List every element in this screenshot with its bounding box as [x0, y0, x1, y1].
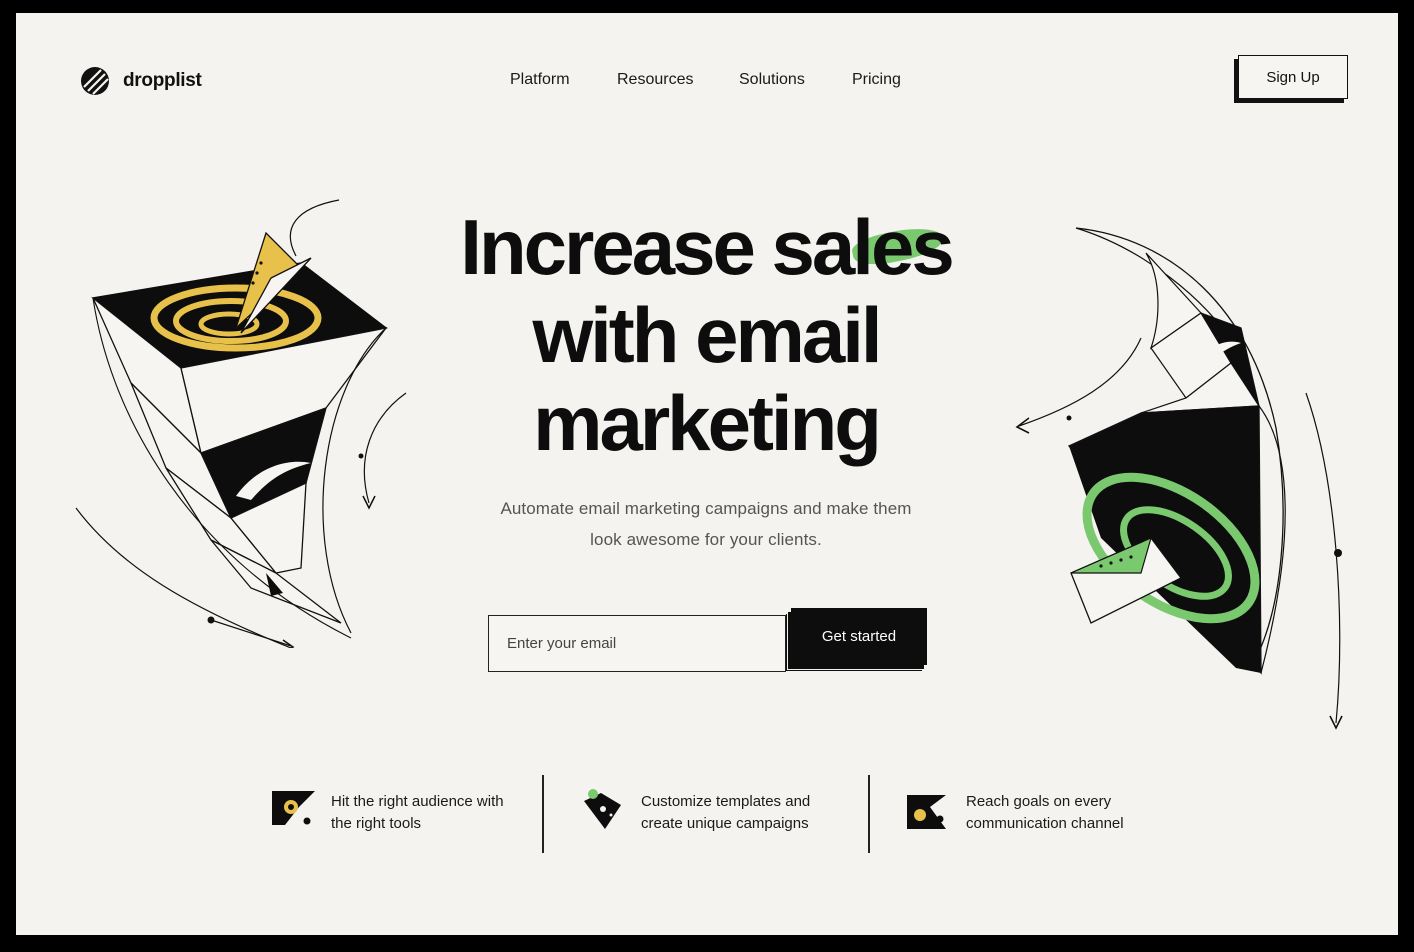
channel-flag-icon — [907, 795, 946, 829]
hero-headline: Increase sales with email marketing — [396, 203, 1016, 467]
nav-pricing[interactable]: Pricing — [852, 71, 901, 89]
feature-text: Reach goals on every communication chann… — [966, 793, 1124, 832]
feature-item: Customize templates and create unique ca… — [581, 785, 831, 845]
target-audience-icon — [272, 791, 315, 825]
template-shield-icon — [584, 789, 621, 829]
headline-highlight: ales — [811, 203, 955, 291]
headline-part: Increase s — [460, 203, 815, 291]
left-funnel-illustration — [75, 199, 407, 648]
email-input[interactable] — [488, 615, 786, 672]
page-frame: dropplist Platform Resources Solutions P… — [16, 13, 1398, 935]
main-nav: Platform Resources Solutions Pricing — [16, 71, 1398, 93]
feature-divider — [542, 775, 544, 853]
get-started-button[interactable]: Get started — [791, 608, 927, 665]
hero-subtitle: Automate email marketing campaigns and m… — [500, 499, 912, 549]
headline-line-2: with email — [532, 291, 882, 379]
feature-divider — [868, 775, 870, 853]
nav-platform[interactable]: Platform — [510, 71, 570, 89]
right-funnel-illustration — [1015, 227, 1343, 730]
sign-up-button[interactable]: Sign Up — [1238, 55, 1348, 99]
nav-resources[interactable]: Resources — [617, 71, 693, 89]
headline-line-3: marketing — [533, 379, 882, 467]
feature-item: Reach goals on every communication chann… — [906, 785, 1156, 845]
feature-text: Hit the right audience with the right to… — [331, 793, 504, 832]
feature-item: Hit the right audience with the right to… — [271, 785, 521, 845]
nav-solutions[interactable]: Solutions — [739, 71, 805, 89]
feature-text: Customize templates and create unique ca… — [641, 793, 811, 832]
